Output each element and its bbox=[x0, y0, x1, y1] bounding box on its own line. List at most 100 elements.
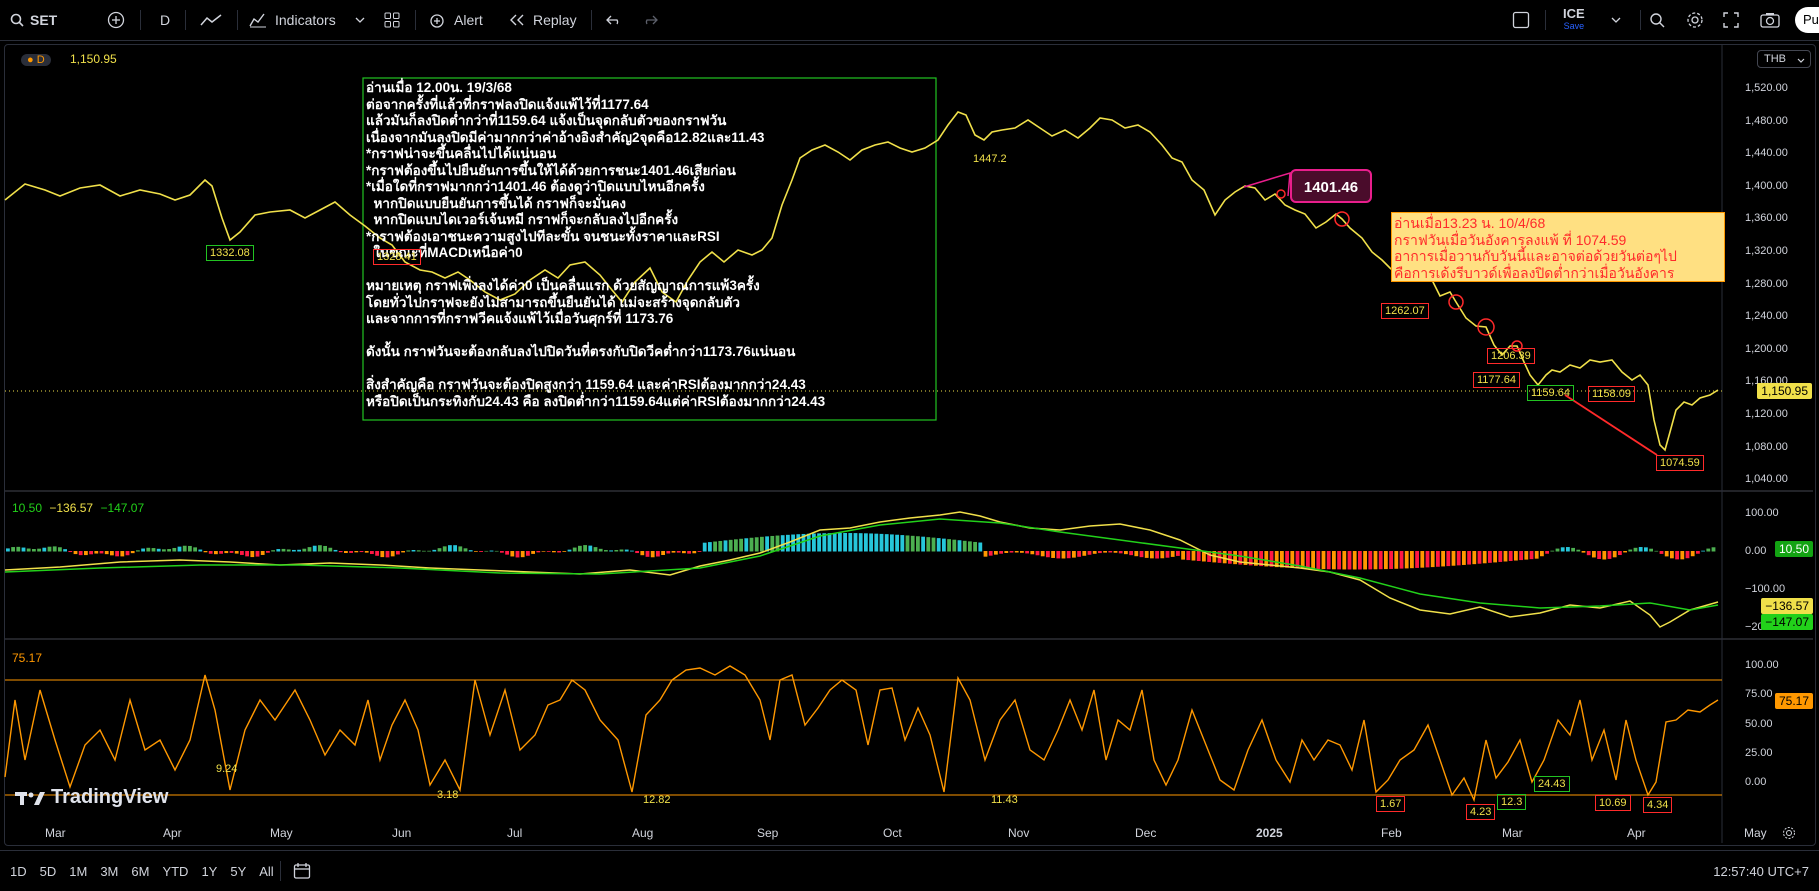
axis-tick-label: 1,360.00 bbox=[1745, 212, 1788, 225]
rsi-label: 12.82 bbox=[643, 794, 671, 806]
time-tick-label: Jul bbox=[507, 826, 523, 840]
currency-select[interactable]: THB bbox=[1757, 50, 1811, 68]
signal-line bbox=[4, 518, 1719, 611]
price-chart[interactable] bbox=[0, 0, 1819, 850]
macd-bar bbox=[609, 550, 613, 552]
macd-bar bbox=[687, 551, 691, 554]
time-tick-label: Mar bbox=[1502, 826, 1523, 840]
macd-bar bbox=[1228, 551, 1232, 564]
range-button-3m[interactable]: 3M bbox=[100, 864, 118, 879]
macd-bar bbox=[1420, 551, 1425, 568]
axis-settings-button[interactable] bbox=[1782, 826, 1796, 845]
macd-bar bbox=[526, 551, 530, 556]
axis-tick-label: 1,480.00 bbox=[1745, 114, 1788, 127]
macd-bar bbox=[1134, 551, 1139, 557]
range-button-1m[interactable]: 1M bbox=[69, 864, 87, 879]
macd-bar bbox=[203, 551, 208, 553]
macd-bar bbox=[68, 551, 73, 553]
annotation-line: ในขณะที่MACDเหนือค่า0 bbox=[366, 245, 523, 260]
annotation-line: แล้วมันก็ลงปิดต่ำกว่าที่1159.64 แจ้งเป็น… bbox=[366, 113, 727, 128]
price-legend[interactable]: ● D 1,150.95 bbox=[21, 52, 117, 66]
macd-bar bbox=[832, 533, 837, 552]
macd-bar bbox=[26, 548, 31, 552]
macd-bar bbox=[401, 551, 405, 553]
range-button-5y[interactable]: 5Y bbox=[230, 864, 246, 879]
range-selector: 1D 5D 1M 3M 6M YTD 1Y 5Y All bbox=[10, 851, 287, 891]
range-button-all[interactable]: All bbox=[259, 864, 273, 879]
macd-bar bbox=[1581, 551, 1586, 553]
macd-bar bbox=[1368, 551, 1373, 570]
range-button-1y[interactable]: 1Y bbox=[201, 864, 217, 879]
clock[interactable]: 12:57:40 UTC+7 bbox=[1713, 851, 1809, 891]
macd-bar bbox=[890, 534, 894, 552]
macd-bar bbox=[593, 547, 598, 552]
macd-bar bbox=[1082, 551, 1087, 556]
macd-bar bbox=[494, 550, 499, 552]
axis-tick-label: 100.00 bbox=[1745, 659, 1779, 671]
macd-bar bbox=[1150, 551, 1154, 559]
price-label-1206: 1206.39 bbox=[1487, 348, 1535, 364]
macd-bar bbox=[21, 547, 26, 552]
macd-bar bbox=[702, 542, 707, 552]
tradingview-watermark[interactable]: TradingView bbox=[15, 786, 168, 809]
macd-bar bbox=[1165, 551, 1170, 558]
macd-bar bbox=[1025, 551, 1029, 554]
annotation-line: หรือปิดเป็นกระทิงกับ24.43 คือ ลงปิดต่ำกว… bbox=[366, 393, 826, 409]
macd-bar bbox=[1654, 550, 1659, 552]
macd-bar bbox=[1685, 551, 1690, 559]
macd-bar bbox=[1633, 547, 1638, 552]
macd-bar bbox=[427, 550, 431, 552]
macd-bar bbox=[396, 551, 400, 555]
macd-bar bbox=[1436, 551, 1440, 567]
macd-bar bbox=[1477, 551, 1482, 564]
range-button-1d[interactable]: 1D bbox=[10, 864, 27, 879]
range-button-6m[interactable]: 6M bbox=[131, 864, 149, 879]
macd-bar bbox=[484, 550, 489, 552]
drawing-circle[interactable] bbox=[1276, 189, 1286, 199]
macd-bar bbox=[32, 549, 36, 552]
rsi-legend[interactable]: 75.17 bbox=[12, 651, 42, 665]
price-label-1158: 1158.09 bbox=[1588, 386, 1635, 402]
callout-pointer bbox=[1243, 171, 1291, 197]
macd-bar bbox=[182, 545, 187, 552]
macd-bar bbox=[1519, 551, 1523, 561]
macd-bar bbox=[1404, 551, 1409, 569]
macd-bar bbox=[1696, 551, 1700, 554]
macd-bar bbox=[1566, 547, 1570, 552]
time-tick-label: Feb bbox=[1381, 826, 1402, 840]
macd-bar bbox=[734, 539, 738, 552]
side-annotation[interactable]: อ่านเมื่อ13.23 น. 10/4/68 กราฟวันเมื่อวัน… bbox=[1391, 212, 1725, 282]
macd-bar bbox=[1628, 549, 1633, 552]
trend-line[interactable] bbox=[1564, 394, 1658, 456]
axis-tick-label: 1,080.00 bbox=[1745, 440, 1788, 453]
macd-bar bbox=[635, 551, 639, 554]
macd-bar bbox=[1046, 551, 1050, 558]
macd-bar bbox=[271, 550, 275, 552]
macd-bar bbox=[619, 549, 624, 552]
macd-legend-macd: −136.57 bbox=[49, 501, 94, 515]
callout-1401[interactable]: 1401.46 bbox=[1290, 169, 1372, 203]
macd-bar bbox=[1555, 548, 1560, 552]
macd-bar bbox=[1649, 548, 1653, 552]
macd-bar bbox=[1108, 551, 1113, 553]
range-button-ytd[interactable]: YTD bbox=[162, 864, 188, 879]
goto-date-button[interactable] bbox=[293, 851, 311, 891]
macd-bar bbox=[1196, 551, 1201, 562]
macd-bar bbox=[1066, 551, 1071, 559]
side-annotation-line: อาการเมื่อวานกับวันนี้และอาจต่อด้วยวันต่… bbox=[1394, 248, 1677, 264]
macd-bar bbox=[1056, 551, 1061, 559]
macd-legend-signal: −147.07 bbox=[100, 501, 145, 515]
macd-legend[interactable]: 10.50 −136.57 −147.07 bbox=[12, 501, 144, 515]
macd-bar bbox=[1072, 551, 1076, 558]
macd-bar bbox=[723, 540, 728, 552]
macd-bar bbox=[947, 539, 951, 552]
calendar-icon bbox=[293, 863, 311, 879]
legend-price: 1,150.95 bbox=[70, 52, 117, 66]
annotation-line: และจากการที่กราฟวีคแจ้งแพ้ไว้เมื่อวันศุก… bbox=[366, 311, 674, 326]
macd-bar bbox=[910, 535, 915, 552]
macd-bar bbox=[713, 541, 717, 552]
range-button-5d[interactable]: 5D bbox=[40, 864, 57, 879]
macd-bar bbox=[1316, 551, 1321, 569]
axis-tick-label: 1,280.00 bbox=[1745, 277, 1788, 290]
macd-bar bbox=[1415, 551, 1419, 568]
